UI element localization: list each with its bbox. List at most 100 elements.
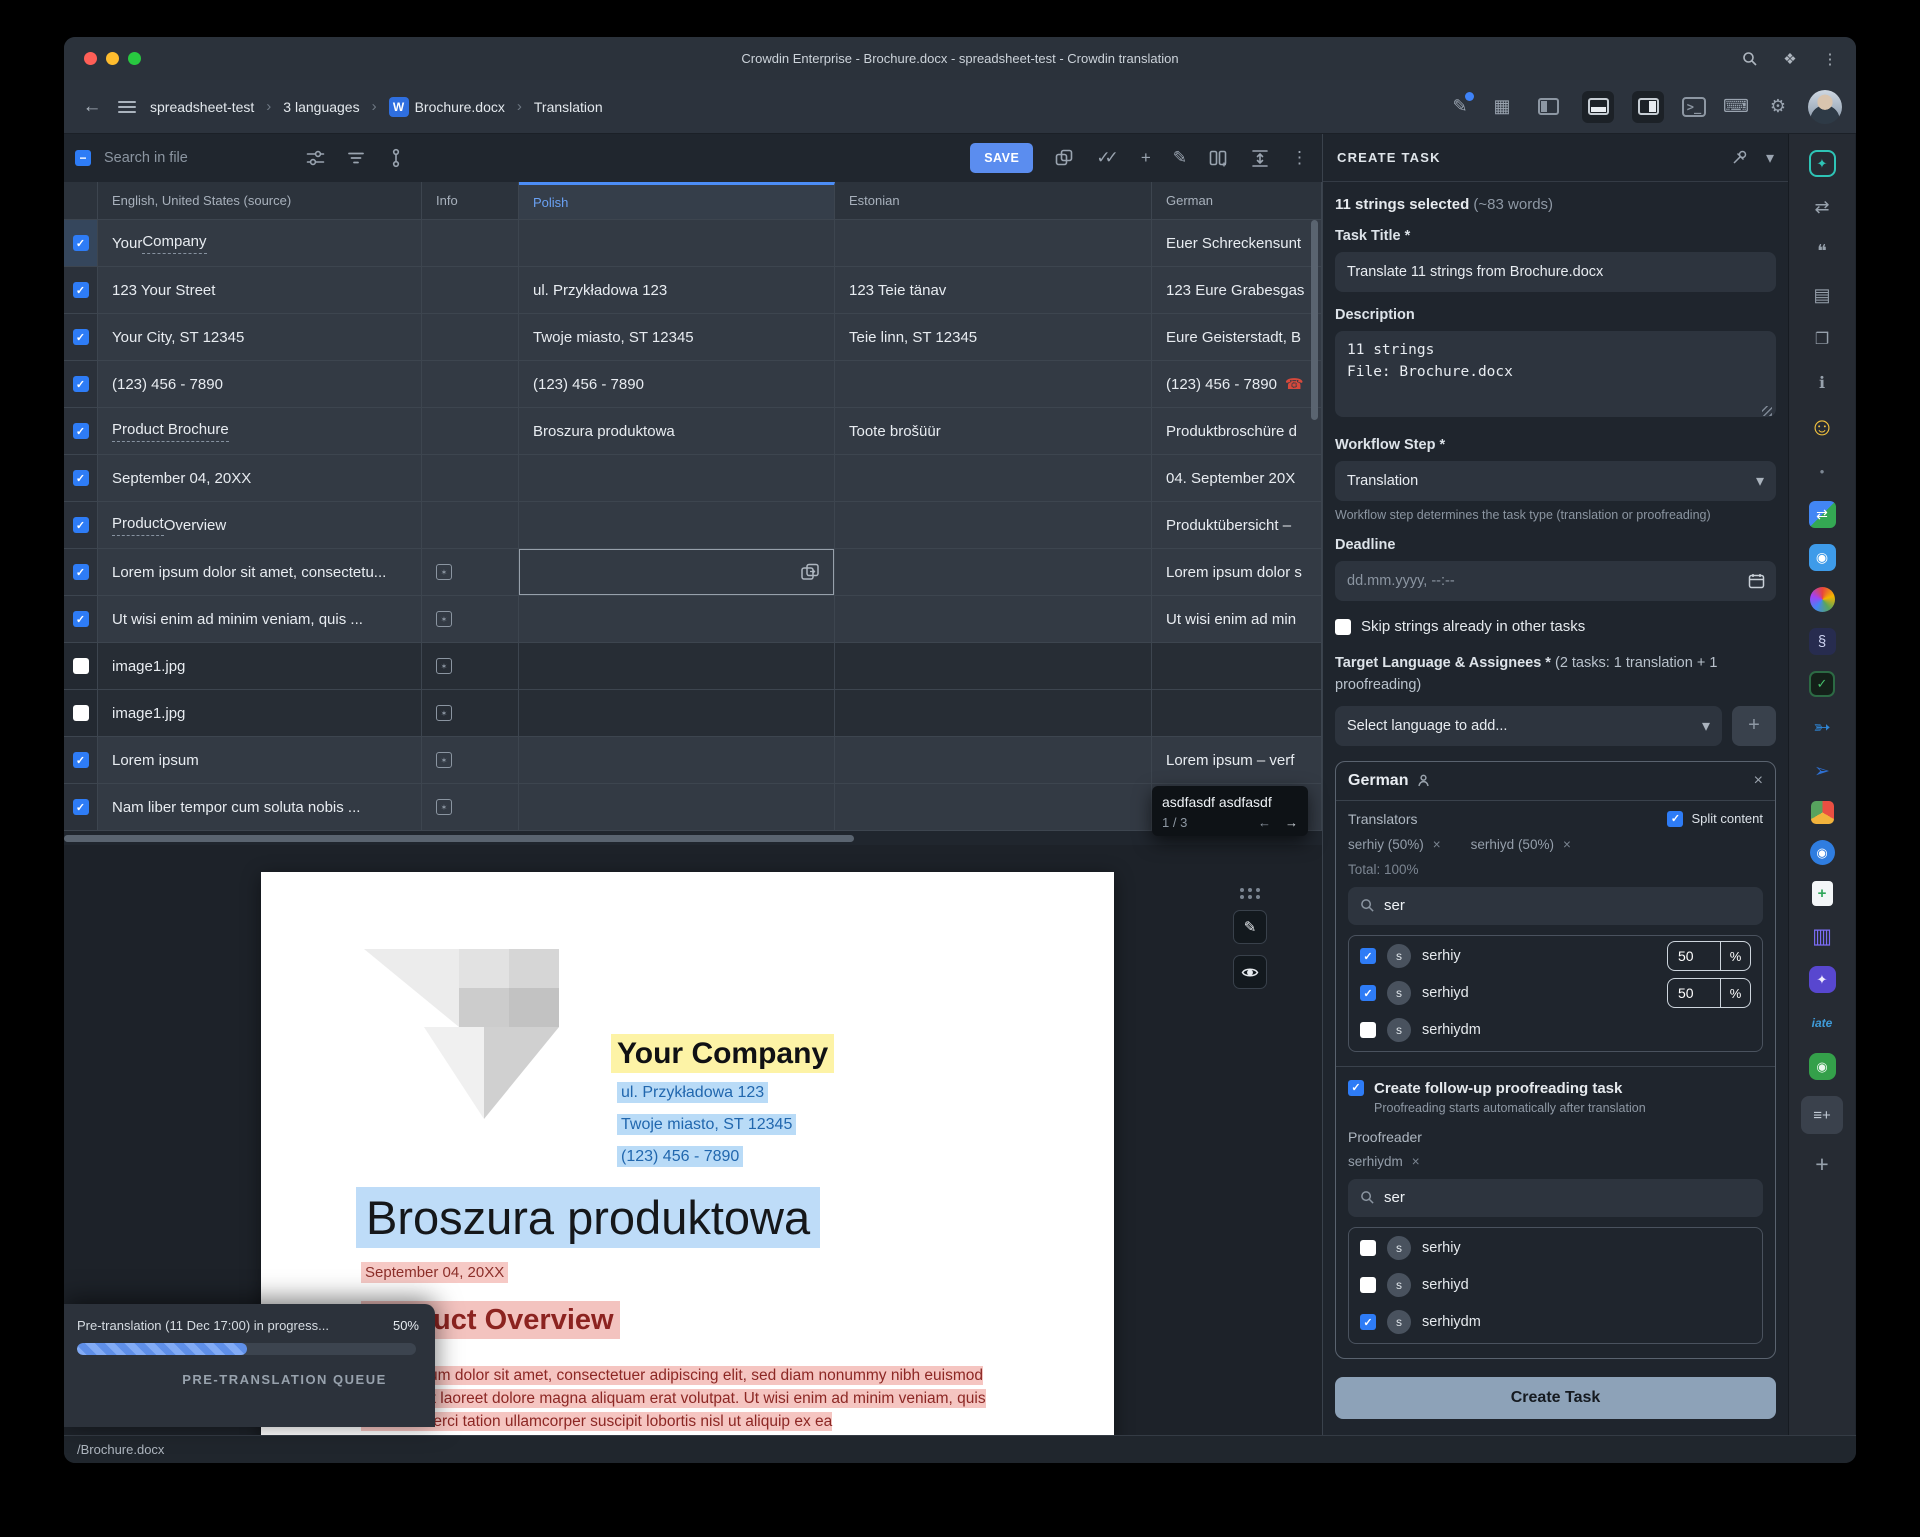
copy-icon[interactable] (1055, 149, 1074, 168)
duplicates-icon[interactable]: ❐ (1808, 325, 1836, 353)
option-checkbox[interactable] (1360, 948, 1376, 964)
row-checkbox[interactable] (73, 376, 89, 392)
polish-cell[interactable] (519, 596, 835, 642)
breadcrumb-file[interactable]: W Brochure.docx (389, 97, 505, 117)
row-checkbox[interactable] (73, 564, 89, 580)
doc-add-app-icon[interactable]: + (1812, 881, 1833, 906)
share-input[interactable]: % (1667, 941, 1751, 971)
settings-gear-icon[interactable]: ⚙ (1766, 95, 1790, 119)
source-cell[interactable]: Your Company (98, 220, 422, 266)
add-language-button[interactable]: + (1732, 706, 1776, 746)
polish-cell[interactable]: ul. Przykładowa 123 (519, 267, 835, 313)
breadcrumb-mode[interactable]: Translation (534, 99, 603, 115)
translator-search-input[interactable] (1384, 897, 1751, 914)
source-cell[interactable]: (123) 456 - 7890 (98, 361, 422, 407)
row-checkbox[interactable] (73, 658, 89, 674)
proofreader-search-input[interactable] (1384, 1189, 1751, 1206)
remove-tag-icon[interactable]: × (1433, 837, 1441, 852)
zoom-window-button[interactable] (128, 52, 141, 65)
edit-preview-button[interactable]: ✎ (1233, 910, 1267, 944)
vertical-scrollbar[interactable] (1311, 220, 1318, 420)
table-row[interactable]: Ut wisi enim ad minim veniam, quis ... ✶… (64, 596, 1322, 643)
add-extension-icon[interactable]: + (1808, 1150, 1836, 1178)
string-info-icon[interactable]: ✶ (436, 564, 452, 580)
row-checkbox[interactable] (73, 517, 89, 533)
table-row[interactable]: Lorem ipsum dolor sit amet, consectetu..… (64, 549, 1322, 596)
row-checkbox[interactable] (73, 799, 89, 815)
preview-doc-date[interactable]: September 04, 20XX (361, 1264, 508, 1281)
add-string-icon[interactable]: + (1141, 148, 1151, 168)
browser-menu-icon[interactable]: ⋮ (1820, 49, 1840, 69)
table-row[interactable]: Nam liber tempor cum soluta nobis ... ✶ (64, 784, 1322, 831)
option-checkbox[interactable] (1360, 1240, 1376, 1256)
display-settings-icon[interactable] (306, 149, 325, 167)
estonian-cell[interactable] (835, 784, 1152, 830)
row-checkbox[interactable] (73, 282, 89, 298)
iate-app-icon[interactable]: iate (1812, 1009, 1833, 1037)
language-select[interactable]: Select language to add... (1335, 706, 1722, 746)
approve-all-icon[interactable]: ✓✓ (1096, 148, 1119, 168)
row-checkbox[interactable] (73, 329, 89, 345)
translator-searchbox[interactable] (1348, 887, 1763, 925)
string-info-icon[interactable]: ✶ (436, 752, 452, 768)
filter-icon[interactable] (347, 150, 365, 166)
user-avatar[interactable] (1808, 90, 1842, 124)
estonian-cell[interactable] (835, 737, 1152, 783)
compose-notes-icon[interactable]: ✎ (1448, 95, 1472, 119)
column-source[interactable]: English, United States (source) (98, 182, 422, 219)
translator-option[interactable]: s serhiy % (1349, 938, 1762, 975)
column-estonian[interactable]: Estonian (835, 182, 1152, 219)
machine-translation-icon[interactable]: ⇄ (1808, 193, 1836, 221)
green-eye-app-icon[interactable]: ◉ (1809, 1053, 1836, 1080)
remove-tag-icon[interactable]: × (1563, 837, 1571, 852)
table-row[interactable]: image1.jpg ✶ (64, 643, 1322, 690)
option-checkbox[interactable] (1360, 1314, 1376, 1330)
polish-cell[interactable]: Twoje miasto, ST 12345 (519, 314, 835, 360)
german-cell[interactable]: 04. September 20X (1152, 455, 1322, 501)
polish-cell[interactable]: (123) 456 - 7890 (519, 361, 835, 407)
more-options-icon[interactable]: ⋮ (1291, 148, 1308, 168)
table-row[interactable]: Your City, ST 12345 Twoje miasto, ST 123… (64, 314, 1322, 361)
table-row[interactable]: Your Company Euer Schreckensunt (64, 220, 1322, 267)
share-input[interactable]: % (1667, 978, 1751, 1008)
source-cell[interactable]: Your City, ST 12345 (98, 314, 422, 360)
keyboard-icon[interactable]: ⌨ (1724, 95, 1748, 119)
translator-app-icon[interactable]: ⇄ (1809, 501, 1836, 528)
save-button[interactable]: SAVE (970, 143, 1033, 173)
polish-cell[interactable]: Broszura produktowa (519, 408, 835, 454)
german-cell[interactable]: Produktbroschüre d (1152, 408, 1322, 454)
split-panes-app-icon[interactable]: ▥ (1808, 922, 1836, 950)
minimize-window-button[interactable] (106, 52, 119, 65)
string-info-icon[interactable]: ✶ (436, 611, 452, 627)
row-checkbox[interactable] (73, 423, 89, 439)
bird-app-icon[interactable]: ➢ (1808, 757, 1836, 785)
estonian-cell[interactable] (835, 220, 1152, 266)
source-cell[interactable]: image1.jpg (98, 643, 422, 689)
column-polish[interactable]: Polish (519, 182, 835, 219)
source-cell[interactable]: Nam liber tempor cum soluta nobis ... (98, 784, 422, 830)
table-row[interactable]: Lorem ipsum ✶ Lorem ipsum – verf (64, 737, 1322, 784)
section-sign-app-icon[interactable]: § (1809, 628, 1836, 655)
translator-option[interactable]: s serhiyd % (1349, 975, 1762, 1012)
comments-icon[interactable]: ❝ (1808, 237, 1836, 265)
breadcrumb-project[interactable]: spreadsheet-test (150, 99, 254, 115)
layout-left-panel-icon[interactable] (1532, 91, 1564, 123)
estonian-cell[interactable] (835, 690, 1152, 736)
german-cell[interactable]: (123) 456 - 7890☎ (1152, 361, 1322, 407)
german-cell[interactable]: Lorem ipsum – verf (1152, 737, 1322, 783)
followup-proofreading-checkbox[interactable] (1348, 1080, 1364, 1096)
edit-icon[interactable]: ✎ (1173, 148, 1187, 168)
search-input[interactable] (104, 150, 284, 166)
german-cell[interactable]: Eure Geisterstadt, B (1152, 314, 1322, 360)
proofreader-searchbox[interactable] (1348, 1179, 1763, 1217)
description-textarea[interactable]: 11 strings File: Brochure.docx (1335, 331, 1776, 417)
column-info[interactable]: Info (422, 182, 519, 219)
source-cell[interactable]: Product Brochure (98, 408, 422, 454)
source-cell[interactable]: September 04, 20XX (98, 455, 422, 501)
proofreader-option[interactable]: s serhiydm (1349, 1304, 1762, 1341)
source-cell[interactable]: Lorem ipsum dolor sit amet, consectetu..… (98, 549, 422, 595)
remove-tag-icon[interactable]: × (1412, 1154, 1420, 1169)
table-row[interactable]: 123 Your Street ul. Przykładowa 123 123 … (64, 267, 1322, 314)
skip-strings-checkbox[interactable] (1335, 619, 1351, 635)
polish-cell[interactable] (519, 784, 835, 830)
